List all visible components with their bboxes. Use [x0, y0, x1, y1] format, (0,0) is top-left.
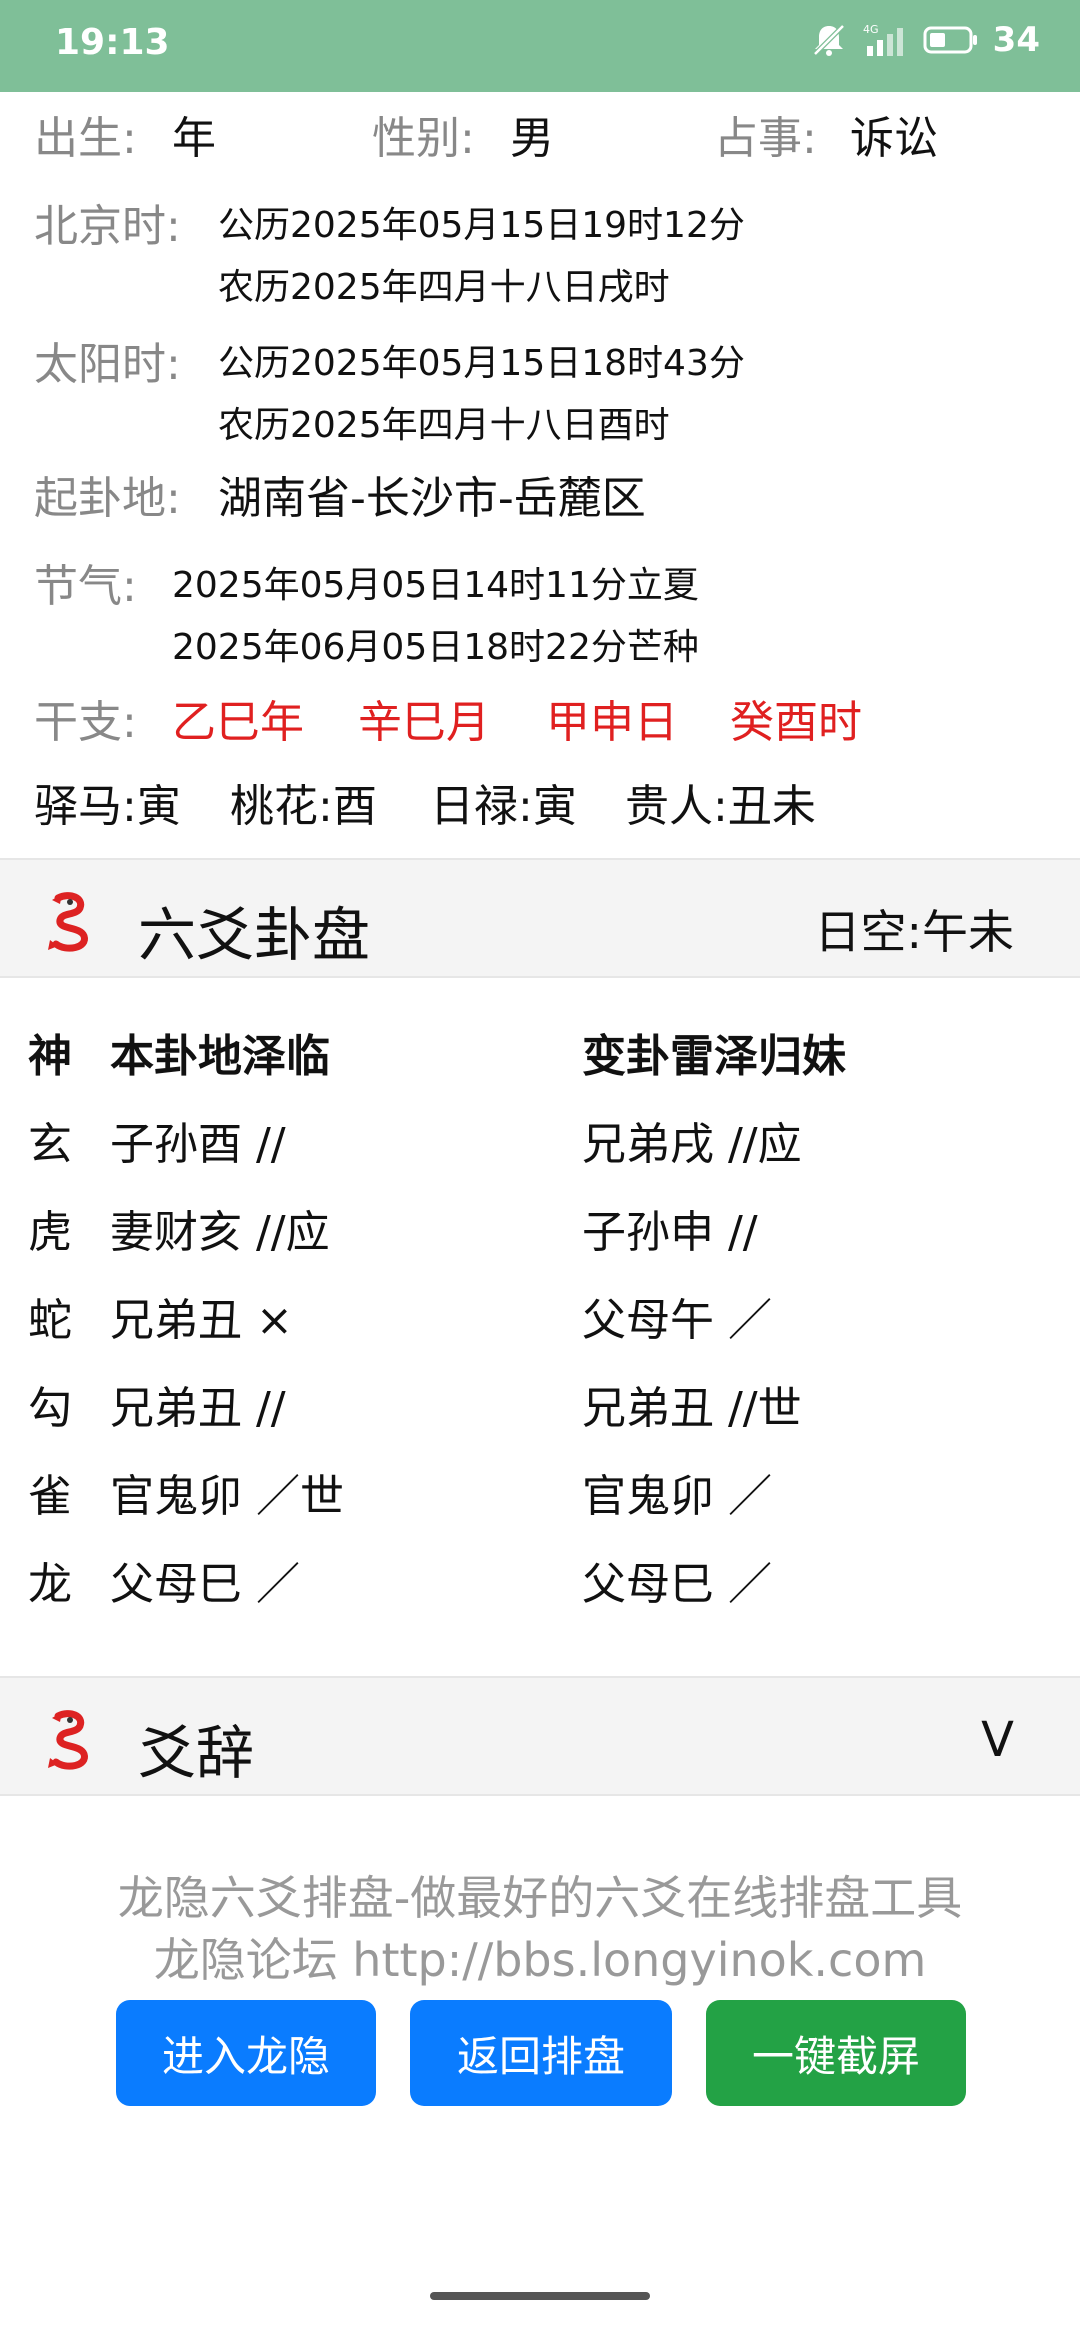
row-2-ben: 妻财亥 //应 — [110, 1207, 330, 1258]
row-5-ben: 官鬼卯 ／世 — [110, 1471, 344, 1522]
row-2-bian: 子孙申 // — [582, 1207, 758, 1258]
row-3-ben: 兄弟丑 × — [110, 1295, 293, 1346]
ganzhi-hour: 癸酉时 — [730, 697, 862, 748]
solar-term-1: 2025年05月05日14时11分立夏 — [172, 565, 699, 606]
shensha-rilu: 日禄:寅 — [430, 781, 577, 832]
status-time: 19:13 — [55, 22, 170, 63]
yaoci-section-header[interactable]: 爻辞 V — [0, 1676, 1080, 1796]
column-header-ben: 本卦地泽临 — [110, 1031, 330, 1082]
row-6-bian: 父母巳 ／ — [582, 1559, 772, 1610]
shensha-yima: 驿马:寅 — [34, 781, 181, 832]
ganzhi-month: 辛巳月 — [358, 697, 490, 748]
row-3-bian: 父母午 ／ — [582, 1295, 772, 1346]
row-6-shen: 龙 — [28, 1559, 72, 1610]
yaoci-section-title: 爻辞 — [138, 1719, 255, 1787]
matter-value: 诉讼 — [850, 113, 938, 164]
gua-section-header: 六爻卦盘 日空:午未 — [0, 858, 1080, 978]
solar-term-2: 2025年06月05日18时22分芒种 — [172, 627, 699, 668]
gender-value: 男 — [510, 113, 554, 164]
enter-longyin-button[interactable]: 进入龙隐 — [116, 2000, 376, 2106]
birth-value: 年 — [172, 113, 216, 164]
place-value: 湖南省-长沙市-岳麓区 — [218, 473, 646, 524]
column-header-shen: 神 — [28, 1031, 72, 1082]
beijing-solar: 公历2025年05月15日19时12分 — [218, 205, 745, 246]
network-type-label: 4G — [863, 23, 879, 36]
row-3-shen: 蛇 — [28, 1295, 72, 1346]
rikong-text: 日空:午未 — [815, 896, 1015, 962]
shensha-taohua: 桃花:酉 — [230, 781, 377, 832]
rikong-value: 午未 — [922, 905, 1014, 959]
column-header-bian: 变卦雷泽归妹 — [582, 1031, 846, 1082]
row-5-shen: 雀 — [28, 1471, 72, 1522]
sun-lunar: 农历2025年四月十八日酉时 — [218, 405, 670, 446]
row-4-ben: 兄弟丑 // — [110, 1383, 286, 1434]
status-bar: 19:13 4G 34 — [0, 0, 1080, 92]
row-4-shen: 勾 — [28, 1383, 72, 1434]
dragon-logo-icon — [40, 1708, 100, 1772]
gua-section-title: 六爻卦盘 — [138, 901, 371, 969]
row-4-bian: 兄弟丑 //世 — [582, 1383, 802, 1434]
sun-solar: 公历2025年05月15日18时43分 — [218, 343, 745, 384]
home-indicator[interactable] — [430, 2292, 650, 2300]
ganzhi-year: 乙巳年 — [172, 697, 304, 748]
row-6-ben: 父母巳 ／ — [110, 1559, 300, 1610]
beijing-time-label: 北京时: — [34, 201, 181, 252]
matter-label: 占事: — [714, 113, 817, 164]
gender-label: 性别: — [372, 113, 475, 164]
battery-icon — [923, 24, 979, 56]
row-2-shen: 虎 — [28, 1207, 72, 1258]
dragon-logo-icon — [40, 890, 100, 954]
row-1-bian: 兄弟戌 //应 — [582, 1119, 802, 1170]
status-icons: 4G 34 — [809, 20, 1040, 60]
battery-level: 34 — [992, 20, 1040, 60]
row-5-bian: 官鬼卯 ／ — [582, 1471, 772, 1522]
chevron-down-icon[interactable]: V — [981, 1712, 1014, 1768]
mute-bell-icon — [809, 20, 849, 60]
birth-label: 出生: — [34, 113, 137, 164]
footer-forum-link[interactable]: 龙隐论坛 http://bbs.longyinok.com — [0, 1924, 1080, 1990]
ganzhi-label: 干支: — [34, 697, 137, 748]
footer-slogan: 龙隐六爻排盘-做最好的六爻在线排盘工具 — [117, 1871, 963, 1925]
beijing-lunar: 农历2025年四月十八日戌时 — [218, 267, 670, 308]
signal-icon: 4G — [863, 22, 909, 58]
solar-term-label: 节气: — [34, 561, 137, 612]
ganzhi-day: 甲申日 — [546, 697, 678, 748]
row-1-ben: 子孙酉 // — [110, 1119, 286, 1170]
shensha-guiren: 贵人:丑未 — [625, 781, 816, 832]
back-to-chart-button[interactable]: 返回排盘 — [410, 2000, 672, 2106]
rikong-label: 日空: — [814, 905, 923, 959]
screenshot-button[interactable]: 一键截屏 — [706, 2000, 966, 2106]
place-label: 起卦地: — [34, 473, 181, 524]
sun-time-label: 太阳时: — [34, 339, 181, 390]
row-1-shen: 玄 — [28, 1119, 72, 1170]
